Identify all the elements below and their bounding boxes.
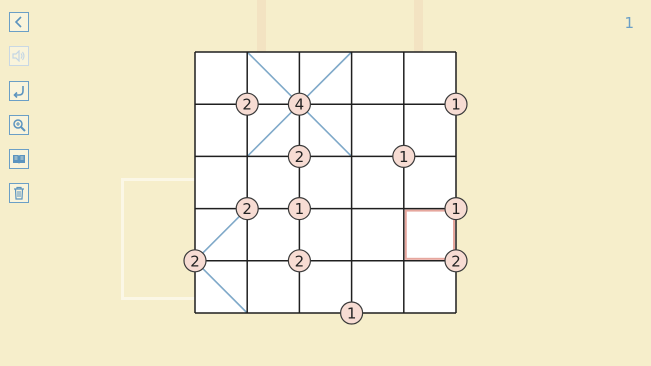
clue-number: 2 bbox=[190, 252, 200, 270]
clue-number: 2 bbox=[295, 252, 305, 270]
grid-cell[interactable] bbox=[351, 208, 404, 261]
clue-number: 1 bbox=[399, 148, 409, 166]
clue-number: 1 bbox=[347, 305, 357, 323]
clue-number: 4 bbox=[295, 96, 305, 114]
grid-cell[interactable] bbox=[351, 52, 404, 105]
puzzle-board: 2 4 1 2 1 2 1 1 2 2 2 1 bbox=[183, 51, 468, 325]
clue-number: 1 bbox=[451, 200, 461, 218]
clue-number: 2 bbox=[451, 252, 461, 270]
clue-number: 1 bbox=[451, 96, 461, 114]
clue-number: 2 bbox=[242, 96, 252, 114]
clue-number: 2 bbox=[242, 200, 252, 218]
clue-number: 2 bbox=[295, 148, 305, 166]
clue-number: 1 bbox=[295, 200, 305, 218]
